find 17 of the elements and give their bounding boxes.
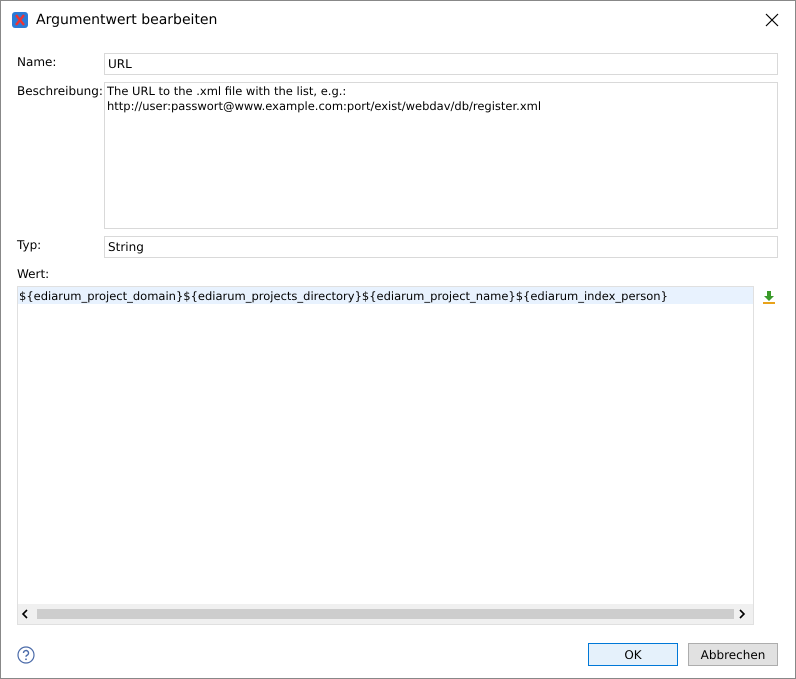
close-icon[interactable] (765, 13, 779, 27)
field-label: Name: (17, 54, 58, 71)
horizontal-scrollbar[interactable] (18, 604, 753, 624)
dialog-button[interactable]: OK (588, 643, 678, 666)
field-label: Typ: (17, 237, 42, 254)
input-field[interactable]: String (104, 236, 778, 258)
input-field[interactable]: URL (104, 53, 778, 75)
field-label: Beschreibung: (17, 83, 104, 100)
app-logo-icon (12, 12, 28, 28)
value-editor[interactable]: ${ediarum_project_domain}${ediarum_projects_directory}${ediarum_project_name}${ediarum_index_person} (17, 286, 754, 625)
dialog-button[interactable]: Abbrechen (688, 643, 778, 666)
help-icon[interactable] (17, 646, 35, 664)
field-label: Wert: (17, 266, 50, 281)
download-icon[interactable] (762, 290, 776, 304)
description-field[interactable]: The URL to the .xml file with the list, e.g.: http://user:passwort@www.example.com:port/exist/webdav/db/register.xml (104, 82, 778, 229)
window-title: Argumentwert bearbeiten (36, 12, 218, 28)
editor-text: ${ediarum_project_domain}${ediarum_projects_directory}${ediarum_project_name}${ediarum_index_person} (19, 288, 668, 302)
